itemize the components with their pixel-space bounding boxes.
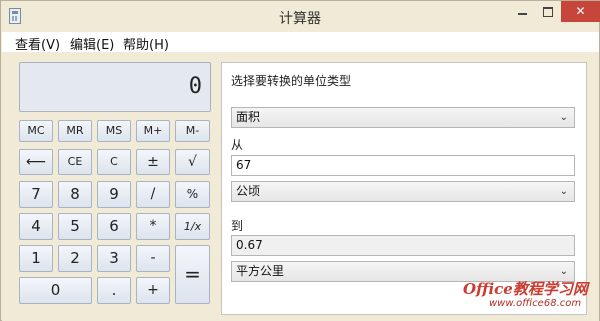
maximize-icon [543,6,553,17]
from-label: 从 [231,138,244,152]
minimize-icon [517,12,527,15]
unit-type-label: 选择要转换的单位类型 [231,74,352,88]
display-value: 0 [188,74,202,99]
watermark-title: Office教程学习网 [463,280,588,298]
minus-button[interactable]: - [136,245,170,272]
maximize-button[interactable] [535,1,561,22]
m-minus-button[interactable]: M- [175,120,210,142]
menu-bar: 查看(V) 编辑(E) 帮助(H) [2,32,599,53]
m-plus-button[interactable]: M+ [136,120,170,142]
from-unit-value: 公顷 [236,184,261,198]
minimize-button[interactable] [509,1,535,22]
digit-7-button[interactable]: 7 [19,181,53,208]
equals-button[interactable]: = [175,245,210,304]
plus-minus-button[interactable]: ± [136,149,170,175]
from-value-input[interactable]: 67 [231,155,575,176]
calculator-window: 计算器 ✕ 查看(V) 编辑(E) 帮助(H) 0 MC MR MS M+ M-… [0,0,600,321]
to-unit-value: 平方公里 [236,264,285,278]
digit-2-button[interactable]: 2 [58,245,92,272]
site-watermark: Office教程学习网 www.office68.com [463,278,597,318]
digit-6-button[interactable]: 6 [97,213,131,240]
menu-view[interactable]: 查看(V) [15,34,60,53]
digit-3-button[interactable]: 3 [97,245,131,272]
from-unit-select[interactable]: 公顷 ⌄ [231,181,575,202]
ce-button[interactable]: CE [58,149,92,175]
watermark-url: www.office68.com [489,298,582,309]
digit-1-button[interactable]: 1 [19,245,53,272]
to-value-output[interactable]: 0.67 [231,235,575,256]
divide-button[interactable]: / [136,181,170,208]
close-icon: ✕ [575,4,586,18]
menu-help[interactable]: 帮助(H) [123,34,169,53]
digit-8-button[interactable]: 8 [58,181,92,208]
ms-button[interactable]: MS [97,120,131,142]
digit-0-button[interactable]: 0 [19,277,92,304]
chevron-down-icon: ⌄ [559,112,568,123]
mc-button[interactable]: MC [19,120,53,142]
to-label: 到 [231,219,244,233]
c-button[interactable]: C [97,149,131,175]
unit-type-value: 面积 [236,110,261,124]
percent-button[interactable]: % [175,181,210,208]
digit-9-button[interactable]: 9 [97,181,131,208]
digit-4-button[interactable]: 4 [19,213,53,240]
sqrt-button[interactable]: √ [175,149,210,175]
digit-5-button[interactable]: 5 [58,213,92,240]
decimal-button[interactable]: . [97,277,131,304]
plus-button[interactable]: + [136,277,170,304]
backspace-button[interactable]: ⟵ [19,149,53,175]
calculator-display: 0 [19,62,211,112]
title-bar: 计算器 ✕ [1,1,600,31]
multiply-button[interactable]: * [136,213,170,240]
unit-type-select[interactable]: 面积 ⌄ [231,107,575,128]
reciprocal-button[interactable]: 1/x [175,213,210,240]
mr-button[interactable]: MR [58,120,92,142]
close-button[interactable]: ✕ [561,1,600,22]
menu-edit[interactable]: 编辑(E) [70,34,114,53]
chevron-down-icon: ⌄ [559,186,568,197]
